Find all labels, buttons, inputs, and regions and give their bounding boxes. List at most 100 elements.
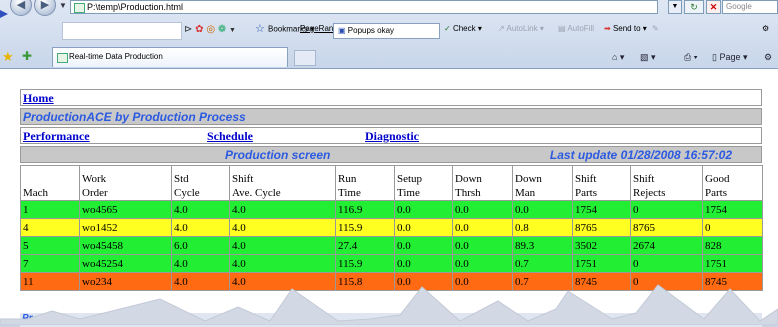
add-favorite-icon[interactable]: ✚ — [22, 49, 32, 63]
toolbar-dropdown-icon[interactable]: ▼ — [229, 27, 236, 34]
settings-icon[interactable]: ⚙ — [762, 24, 769, 33]
table-cell: 4 — [20, 218, 80, 237]
check-button[interactable]: ✓ Check ▾ — [444, 24, 482, 33]
table-header-row: Mach Work Order Std Cycle Shift Ave. Cycle Run T… — [20, 165, 763, 201]
screen-title: Production screen — [225, 148, 331, 162]
table-body: 1 wo4565 4.0 4.0 116.9 0.0 0.0 0.0 1754 0 1754 4 wo1… — [20, 200, 763, 291]
table-cell: 8765 — [630, 218, 703, 237]
column-header: Setup Time — [394, 165, 453, 201]
search-input[interactable]: Google — [722, 0, 778, 14]
table-row: 5 wo45458 6.0 4.0 27.4 0.0 0.0 89.3 3502 2674 828 — [20, 236, 763, 255]
autolink-button[interactable]: ↗ AutoLink ▾ — [498, 24, 544, 33]
table-cell: 4.0 — [171, 218, 230, 237]
sendto-label: Send to — [612, 24, 641, 33]
autofill-label: AutoFill — [567, 24, 595, 33]
home-icon[interactable]: ⌂ ▾ — [612, 52, 624, 63]
column-header-line1: Down — [515, 173, 542, 185]
table-cell: 2674 — [630, 236, 703, 255]
torn-edge-overlay — [0, 284, 778, 325]
table-cell: 115.9 — [335, 254, 395, 273]
table-cell: 27.4 — [335, 236, 395, 255]
column-header-line1: Setup — [397, 173, 423, 185]
table-cell: 115.9 — [335, 218, 395, 237]
column-header-line2: Order — [82, 187, 108, 199]
column-header-line1: Work — [82, 173, 107, 185]
diagnostic-link[interactable]: Diagnostic — [365, 128, 419, 144]
toolbar-arrow-icon[interactable]: ⊳ — [184, 24, 192, 35]
print-icon[interactable]: ⎙ ▾ — [684, 52, 697, 63]
home-bar: Home — [20, 89, 762, 106]
autolink-label: AutoLink — [506, 24, 538, 33]
address-bar[interactable]: P:\temp\Production.html — [70, 0, 658, 14]
column-header: Good Parts — [702, 165, 763, 201]
popups-button[interactable]: ▣ Popups okay — [333, 23, 440, 39]
search-placeholder: Google — [726, 2, 752, 11]
production-table: Mach Work Order Std Cycle Shift Ave. Cycle Run T… — [20, 165, 763, 291]
home-link[interactable]: Home — [23, 91, 54, 105]
toolbar-globe-icon[interactable]: ❁ — [218, 24, 226, 35]
table-cell: 4.0 — [171, 254, 230, 273]
star-outline-icon: ☆ — [255, 23, 265, 35]
table-row: 4 wo1452 4.0 4.0 115.9 0.0 0.0 0.8 8765 8765 0 — [20, 218, 763, 237]
app-name-bar: ProductionACE by Production Process — [20, 108, 762, 125]
pagerank-label: PageRank — [300, 24, 338, 33]
table-cell: 0.0 — [394, 236, 453, 255]
recent-pages-dropdown[interactable]: ▼ — [59, 1, 67, 10]
table-cell: 5 — [20, 236, 80, 255]
column-header: Shift Rejects — [630, 165, 703, 201]
column-header-line2: Time — [397, 187, 420, 199]
table-row: 7 wo45254 4.0 4.0 115.9 0.0 0.0 0.7 1751 0 1751 — [20, 254, 763, 273]
table-cell: 0 — [630, 254, 703, 273]
pencil-icon[interactable]: ✎ — [652, 24, 659, 33]
table-cell: 116.9 — [335, 200, 395, 219]
back-button[interactable]: ◀ — [10, 0, 32, 16]
feeds-icon[interactable]: ▧ ▾ — [640, 52, 656, 63]
column-header-line2: Rejects — [633, 187, 666, 199]
popup-blocker-icon: ▣ — [338, 26, 346, 35]
table-cell: 1751 — [572, 254, 631, 273]
column-header: Down Man — [512, 165, 573, 201]
tools-gear-icon[interactable]: ⚙ — [764, 52, 772, 63]
tab-real-time-data-production[interactable]: Real-time Data Production — [52, 47, 288, 67]
sendto-button[interactable]: ➡ Send to ▾ — [604, 24, 647, 33]
column-header: Run Time — [335, 165, 395, 201]
spellcheck-icon: ✓ — [444, 24, 451, 33]
column-header-line2: Time — [338, 187, 361, 199]
table-cell: wo45458 — [79, 236, 172, 255]
table-cell: 1754 — [572, 200, 631, 219]
popups-label: Popups okay — [347, 26, 395, 35]
column-header: Work Order — [79, 165, 172, 201]
tab-title: Real-time Data Production — [69, 52, 163, 61]
column-header: Mach — [20, 165, 80, 201]
table-cell: 1751 — [702, 254, 763, 273]
column-header-line1: Run — [338, 173, 357, 185]
table-cell: 828 — [702, 236, 763, 255]
autofill-button[interactable]: ▤ AutoFill — [558, 24, 594, 33]
toolbar-search-box[interactable] — [62, 22, 182, 40]
favorites-star-icon[interactable]: ★ — [2, 49, 14, 65]
table-cell: 0.7 — [512, 254, 573, 273]
tab-page-icon — [57, 53, 68, 63]
refresh-button[interactable]: ↻ — [684, 0, 704, 14]
toolbar-ring-icon[interactable]: ◎ — [206, 24, 215, 35]
table-cell: wo1452 — [79, 218, 172, 237]
table-cell: 4.0 — [229, 218, 336, 237]
page-menu-button[interactable]: ▯ Page ▾ — [712, 52, 748, 63]
new-tab-button[interactable] — [294, 50, 316, 66]
table-cell: 3502 — [572, 236, 631, 255]
table-cell: 0.0 — [394, 200, 453, 219]
table-cell: 0 — [702, 218, 763, 237]
browser-chrome: ◀ ▶ ▼ P:\temp\Production.html ▼ ↻ ✕ Goog… — [0, 0, 778, 68]
schedule-link[interactable]: Schedule — [207, 128, 253, 144]
forward-button[interactable]: ▶ — [34, 0, 56, 16]
stop-button[interactable]: ✕ — [706, 0, 721, 14]
table-cell: 4.0 — [171, 200, 230, 219]
address-dropdown-button[interactable]: ▼ — [668, 0, 682, 14]
column-header-line1: Shift — [575, 173, 597, 185]
column-header-line2: Parts — [705, 187, 727, 199]
column-header-line1 — [23, 172, 77, 186]
table-cell: wo45254 — [79, 254, 172, 273]
performance-link[interactable]: Performance — [23, 128, 90, 144]
column-header: Shift Ave. Cycle — [229, 165, 336, 201]
toolbar-swirl-icon[interactable]: ✿ — [195, 24, 203, 35]
